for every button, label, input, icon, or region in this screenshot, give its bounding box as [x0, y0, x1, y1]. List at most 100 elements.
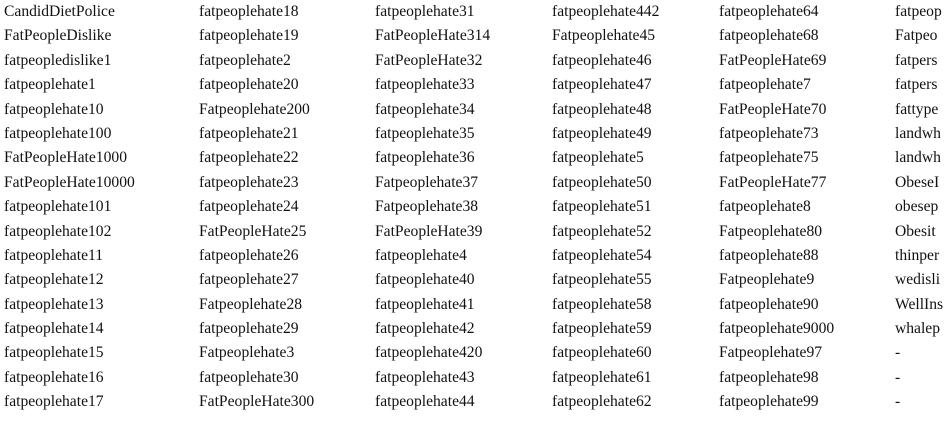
table-cell: fatpeoplehate34: [375, 100, 475, 118]
table-cell: fatpeoplehate102: [4, 222, 112, 240]
table-cell: wedisli: [895, 271, 941, 289]
table-cell: fatpeoplehate18: [199, 3, 299, 20]
table-cell: fatpeoplehate20: [199, 76, 299, 94]
subreddit-name-table: CandidDietPolice FatPeopleDislike fatpeopl…: [0, 0, 952, 422]
table-cell: fatpeoplehate64: [719, 3, 819, 20]
table-cell: fatpeoplehate29: [199, 320, 299, 338]
table-cell: FatPeopleHate39: [375, 222, 483, 240]
table-cell: -: [895, 344, 901, 362]
table-cell: Fatpeoplehate38: [375, 198, 479, 216]
table-cell: fatpeoplehate7: [719, 76, 811, 94]
table-cell: obesep: [895, 198, 939, 216]
table-cell: Fatpeoplehate37: [375, 173, 479, 191]
table-cell: fatpers: [895, 51, 938, 69]
table-cell: FatPeopleDislike: [4, 27, 112, 45]
table-cell: -: [895, 368, 901, 386]
table-cell: fatpeoplehate9000: [719, 320, 835, 338]
table-cell: fatpeoplehate5: [552, 149, 644, 167]
table-cell: Fatpeoplehate200: [199, 100, 310, 118]
table-cell: fatpeop: [895, 3, 942, 20]
table-cell: fatpeoplehate26: [199, 246, 299, 264]
table-column-6: fatpeop Fatpeo fatpers fatpers fattype landwh…: [895, 1, 943, 416]
table-cell: fatpeoplehate41: [375, 295, 475, 313]
table-cell: Fatpeo: [895, 27, 938, 45]
table-cell: fatpeoplehate13: [4, 295, 104, 313]
table-cell: Fatpeoplehate45: [552, 27, 656, 45]
table-cell: fattype: [895, 100, 939, 118]
table-cell: fatpeoplehate1: [4, 76, 96, 94]
table-cell: fatpeoplehate98: [719, 368, 819, 386]
table-cell: FatPeopleHate77: [719, 173, 827, 191]
table-cell: fatpeoplehate47: [552, 76, 652, 94]
table-cell: fatpeoplehate36: [375, 149, 475, 167]
table-cell: fatpeoplehate35: [375, 124, 475, 142]
table-cell: fatpeoplehate43: [375, 368, 475, 386]
table-cell: fatpeoplehate2: [199, 51, 291, 69]
table-cell: landwh: [895, 124, 941, 142]
table-cell: fatpeoplehate50: [552, 173, 652, 191]
table-cell: fatpeoplehate31: [375, 3, 475, 20]
table-cell: fatpeoplehate17: [4, 393, 104, 411]
table-cell: CandidDietPolice: [4, 3, 115, 20]
table-cell: FatPeopleHate69: [719, 51, 827, 69]
table-cell: fatpeoplehate68: [719, 27, 819, 45]
table-cell: FatPeopleHate1000: [4, 149, 127, 167]
table-cell: -: [895, 393, 901, 411]
table-cell: fatpeoplehate40: [375, 271, 475, 289]
table-cell: fatpeoplehate88: [719, 246, 819, 264]
table-cell: fatpeoplehate75: [719, 149, 819, 167]
table-cell: fatpeoplehate51: [552, 198, 652, 216]
table-cell: fatpeoplehate55: [552, 271, 652, 289]
table-cell: fatpeoplehate52: [552, 222, 652, 240]
table-cell: fatpeoplehate101: [4, 198, 112, 216]
table-cell: fatpeoplehate59: [552, 320, 652, 338]
table-cell: ObeseI: [895, 173, 940, 191]
table-cell: fatpeoplehate24: [199, 198, 299, 216]
table-cell: WellIns: [895, 295, 944, 313]
table-cell: FatPeopleHate32: [375, 51, 483, 69]
table-cell: fatpeoplehate30: [199, 368, 299, 386]
table-cell: fatpeoplehate100: [4, 124, 112, 142]
table-cell: fatpeoplehate90: [719, 295, 819, 313]
table-column-2: fatpeoplehate18 fatpeoplehate19 fatpeopleh…: [199, 1, 314, 416]
table-cell: fatpeoplehate54: [552, 246, 652, 264]
table-cell: Obesit: [895, 222, 936, 240]
table-cell: landwh: [895, 149, 941, 167]
table-cell: fatpeoplehate8: [719, 198, 811, 216]
table-cell: fatpeoplehate60: [552, 344, 652, 362]
table-cell: FatPeopleHate25: [199, 222, 307, 240]
table-cell: fatpeoplehate62: [552, 393, 652, 411]
table-cell: fatpeoplehate58: [552, 295, 652, 313]
table-cell: fatpeoplehate14: [4, 320, 104, 338]
table-column-1: CandidDietPolice FatPeopleDislike fatpeopl…: [4, 1, 135, 416]
table-cell: Fatpeoplehate3: [199, 344, 295, 362]
table-cell: FatPeopleHate314: [375, 27, 491, 45]
table-cell: fatpeoplehate420: [375, 344, 483, 362]
table-cell: fatpeoplehate48: [552, 100, 652, 118]
table-cell: FatPeopleHate70: [719, 100, 827, 118]
table-column-3: fatpeoplehate31 FatPeopleHate314 FatPeople…: [375, 1, 490, 416]
table-cell: Fatpeoplehate28: [199, 295, 303, 313]
table-cell: fatpeoplehate12: [4, 271, 104, 289]
table-cell: fatpeoplehate27: [199, 271, 299, 289]
table-cell: whalep: [895, 320, 941, 338]
table-cell: fatpeoplehate22: [199, 149, 299, 167]
table-cell: fatpeoplehate42: [375, 320, 475, 338]
table-column-5: fatpeoplehate64 fatpeoplehate68 FatPeopleH…: [719, 1, 834, 416]
table-cell: fatpeoplehate16: [4, 368, 104, 386]
table-cell: fatpeoplehate33: [375, 76, 475, 94]
table-cell: Fatpeoplehate80: [719, 222, 823, 240]
table-cell: fatpeopledislike1: [4, 51, 112, 69]
table-cell: Fatpeoplehate97: [719, 344, 823, 362]
table-cell: fatpeoplehate73: [719, 124, 819, 142]
table-cell: thinper: [895, 246, 940, 264]
table-cell: fatpeoplehate21: [199, 124, 299, 142]
table-cell: fatpeoplehate19: [199, 27, 299, 45]
table-cell: fatpeoplehate10: [4, 100, 104, 118]
table-cell: fatpeoplehate15: [4, 344, 104, 362]
table-cell: fatpeoplehate99: [719, 393, 819, 411]
table-cell: fatpeoplehate49: [552, 124, 652, 142]
table-column-4: fatpeoplehate442 Fatpeoplehate45 fatpeople…: [552, 1, 659, 416]
table-cell: FatPeopleHate10000: [4, 173, 135, 191]
table-cell: fatpeoplehate442: [552, 3, 660, 20]
